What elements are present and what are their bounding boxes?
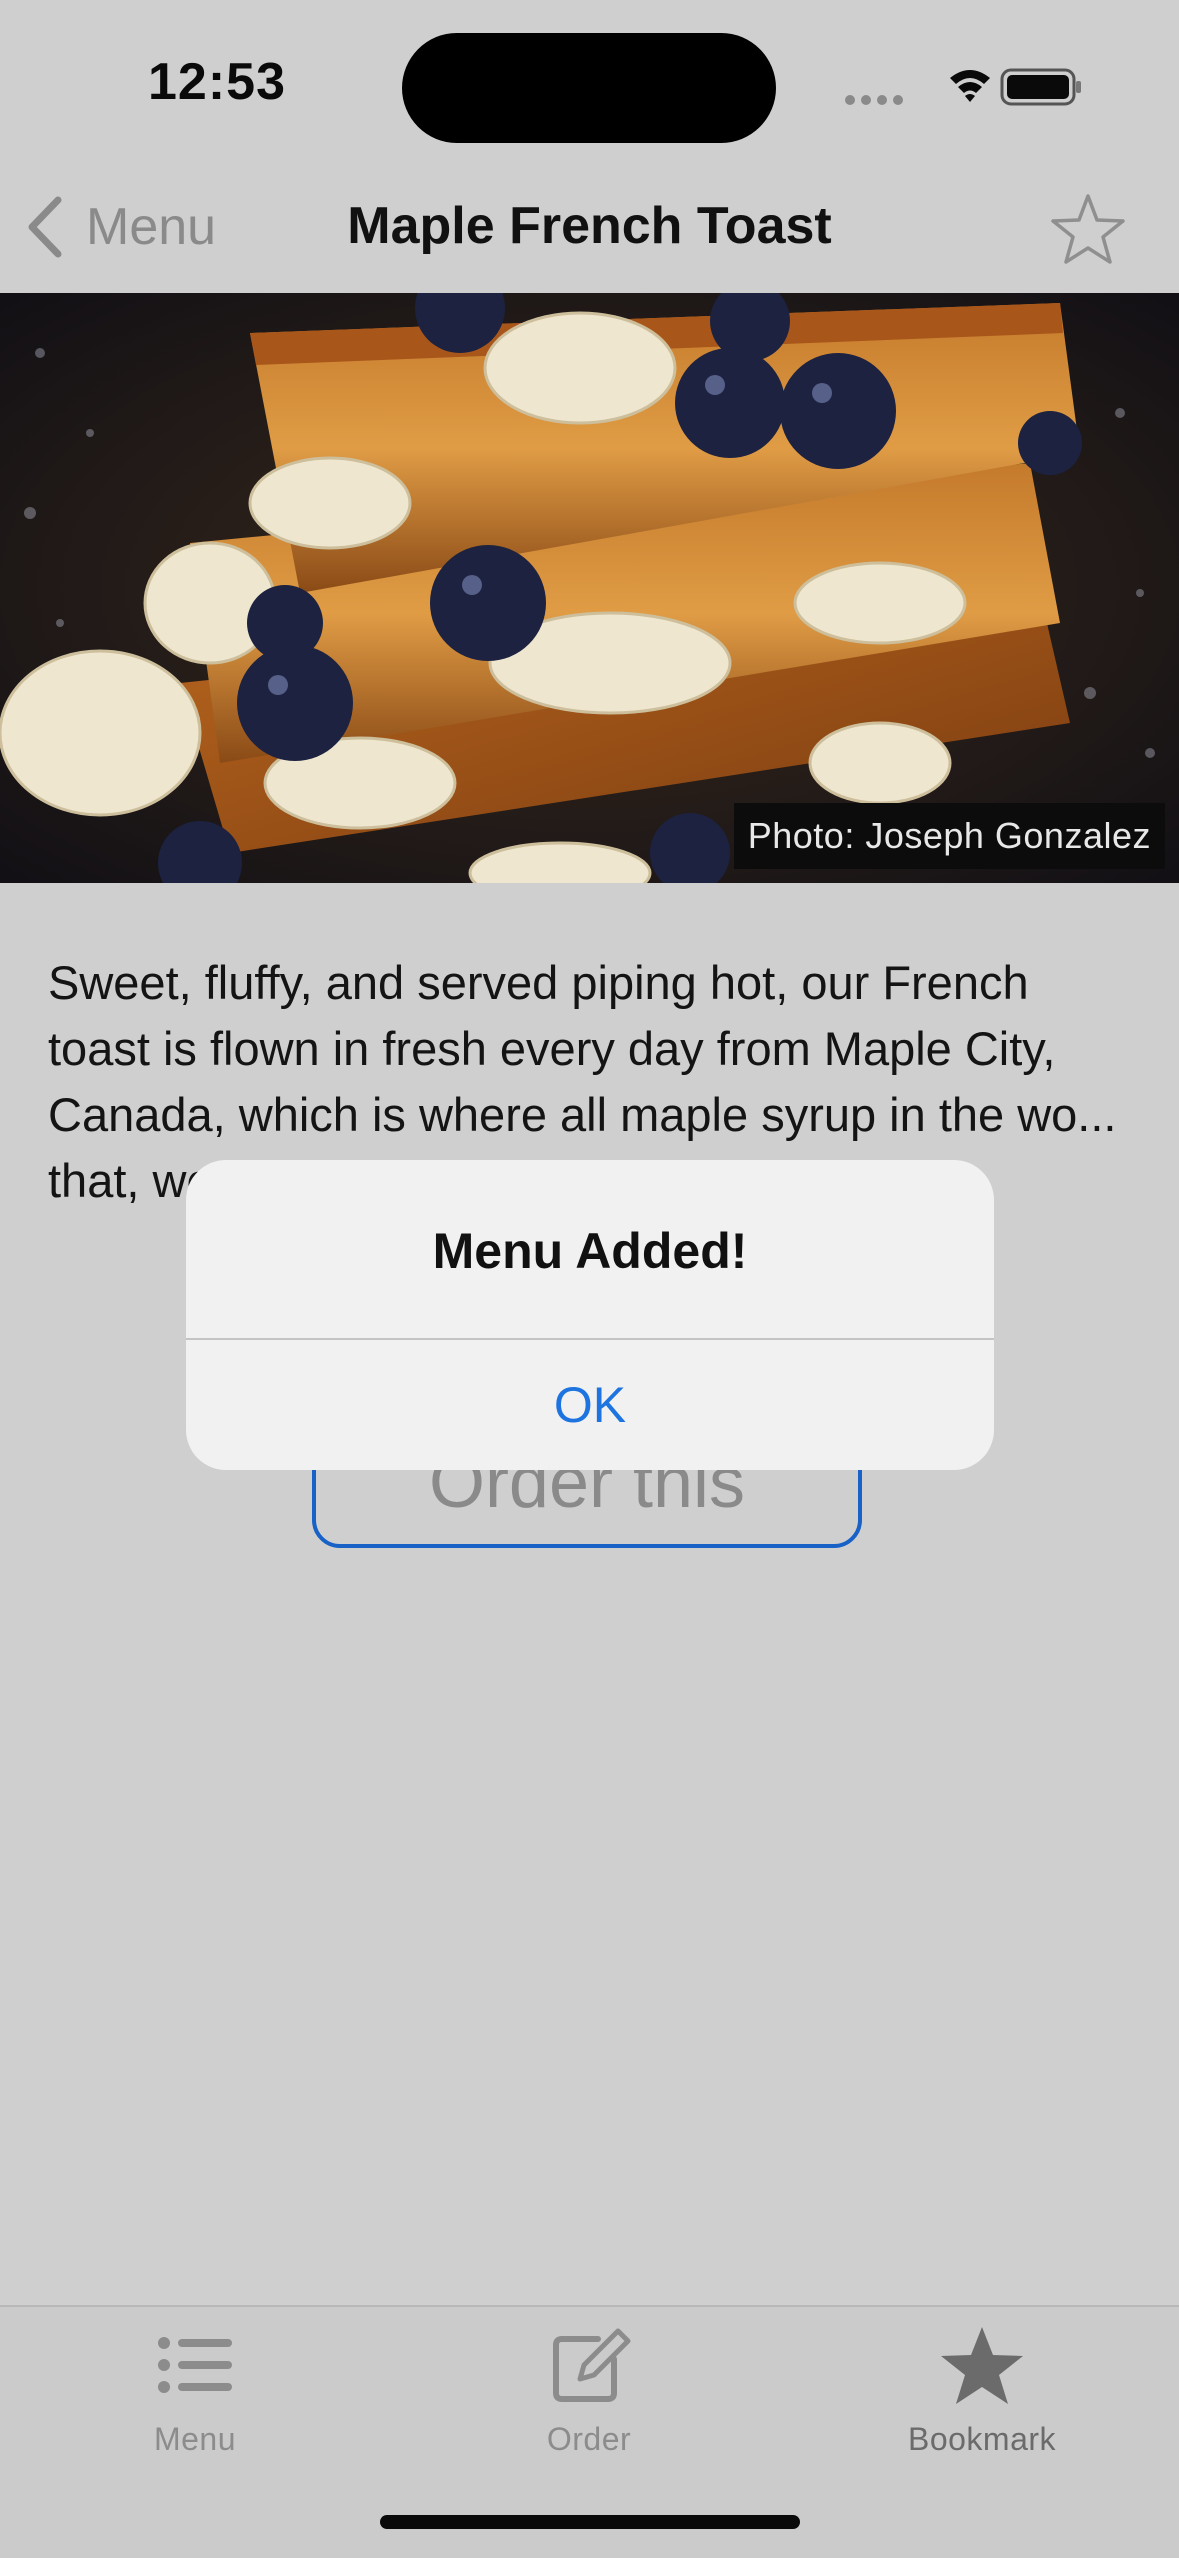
wifi-icon — [950, 70, 990, 102]
tab-menu-label: Menu — [153, 2421, 237, 2457]
tab-order[interactable]: Order — [469, 2325, 709, 2458]
signal-icon — [845, 95, 903, 105]
dynamic-island — [402, 33, 776, 143]
home-indicator — [380, 2515, 800, 2529]
battery-icon — [1000, 68, 1081, 106]
hero-image: Photo: Joseph Gonzalez — [0, 293, 1179, 883]
alert-title: Menu Added! — [432, 1223, 748, 1279]
alert-ok-button[interactable]: OK — [186, 1340, 994, 1470]
alert-dialog: Menu Added! OK — [186, 1160, 994, 1470]
status-icons — [842, 64, 1082, 114]
list-icon — [158, 2337, 232, 2393]
tab-menu[interactable]: Menu — [75, 2325, 315, 2458]
star-filled-icon — [941, 2327, 1023, 2404]
tab-bookmark[interactable]: Bookmark — [862, 2325, 1102, 2458]
page-title: Maple French Toast — [347, 197, 832, 255]
tab-bookmark-label: Bookmark — [907, 2421, 1057, 2457]
tab-order-label: Order — [546, 2421, 632, 2457]
french-toast-photo — [0, 293, 1179, 883]
bookmark-star-icon[interactable] — [1050, 192, 1126, 268]
compose-icon — [553, 2328, 631, 2402]
photo-credit: Photo: Joseph Gonzalez — [733, 803, 1165, 869]
status-time: 12:53 — [148, 53, 286, 111]
